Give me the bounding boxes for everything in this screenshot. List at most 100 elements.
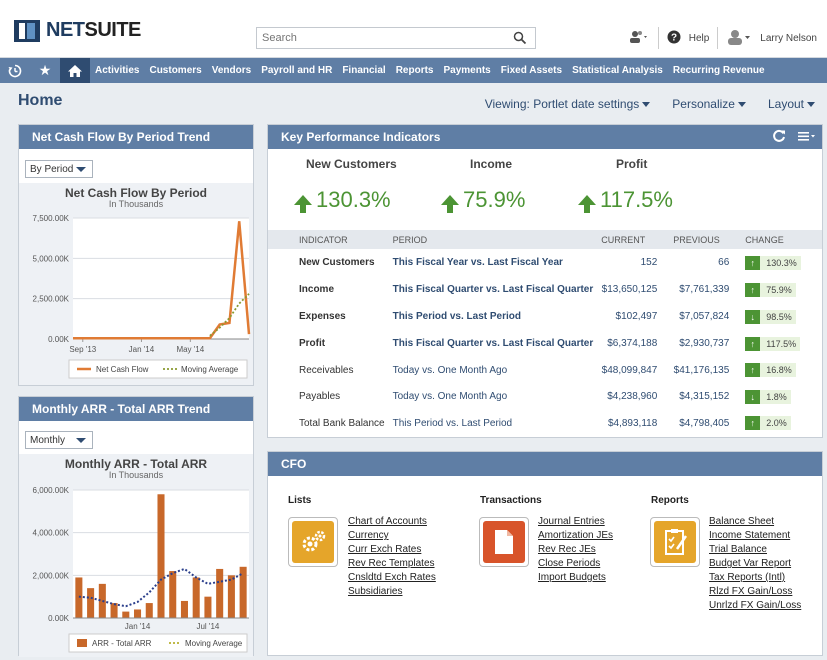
col-indicator[interactable]: INDICATOR [268, 230, 385, 249]
period-link[interactable]: This Fiscal Year vs. Last Fiscal Year [385, 249, 594, 276]
refresh-icon[interactable] [772, 129, 786, 146]
reports-link[interactable]: Tax Reports (Intl) [709, 571, 801, 585]
current-value[interactable]: $6,374,188 [593, 330, 665, 357]
up-arrow-icon [441, 195, 459, 213]
nav-fixed-assets[interactable]: Fixed Assets [496, 65, 567, 76]
previous-value[interactable]: $7,761,339 [665, 276, 737, 303]
layout-menu[interactable]: Layout [768, 97, 815, 111]
checklist-icon[interactable] [650, 517, 700, 567]
search-input[interactable] [262, 32, 512, 44]
current-value[interactable]: $102,497 [593, 303, 665, 330]
current-value[interactable]: $4,893,118 [593, 410, 665, 437]
portlet-menu-icon[interactable] [798, 130, 816, 145]
reports-link[interactable]: Rlzd FX Gain/Loss [709, 585, 801, 599]
cfo-transactions: Transactions [480, 495, 542, 506]
viewing-date-settings[interactable]: Viewing: Portlet date settings [485, 97, 651, 111]
reports-link[interactable]: Income Statement [709, 529, 801, 543]
chart-title: Monthly ARR - Total ARR [65, 457, 208, 471]
home-icon[interactable] [60, 58, 90, 83]
transactions-link[interactable]: Close Periods [538, 557, 613, 571]
change-badge: ↑ 2.0% [745, 416, 791, 431]
arr-bar [169, 571, 177, 618]
col-period[interactable]: PERIOD [384, 230, 594, 249]
period-link[interactable]: This Period vs. Last Period [385, 303, 594, 330]
reports-link[interactable]: Unrlzd FX Gain/Loss [709, 599, 801, 613]
nav-activities[interactable]: Activities [90, 65, 144, 76]
change-cell: ↑ 117.5% [737, 330, 822, 357]
transactions-link[interactable]: Import Budgets [538, 571, 613, 585]
col-change[interactable]: CHANGE [737, 230, 822, 249]
previous-value[interactable]: $2,930,737 [665, 330, 737, 357]
period-link[interactable]: This Fiscal Quarter vs. Last Fiscal Quar… [385, 276, 594, 303]
user-avatar-icon[interactable] [726, 29, 752, 48]
x-tick-label: Sep '13 [69, 345, 96, 354]
nav-customers[interactable]: Customers [144, 65, 206, 76]
change-value: 75.9% [766, 284, 792, 295]
help-link[interactable]: Help [689, 33, 710, 44]
kpi-table-body: New Customers This Fiscal Year vs. Last F… [268, 249, 822, 437]
lists-link[interactable]: Currency [348, 529, 436, 543]
chevron-down-icon [76, 438, 86, 443]
nav-vendors[interactable]: Vendors [207, 65, 256, 76]
recent-records-icon[interactable] [628, 29, 650, 48]
table-row: Expenses This Period vs. Last Period $102,… [268, 303, 822, 330]
kpi-summary-label: New Customers [306, 157, 397, 171]
nav-statistical-analysis[interactable]: Statistical Analysis [567, 65, 668, 76]
previous-value[interactable]: 66 [665, 249, 737, 276]
col-previous[interactable]: PREVIOUS [665, 230, 738, 249]
frequency-select[interactable]: Monthly [25, 431, 93, 449]
lists-link[interactable]: Subsidiaries [348, 585, 436, 599]
nav-payroll-and-hr[interactable]: Payroll and HR [256, 65, 337, 76]
reports-link[interactable]: Balance Sheet [709, 515, 801, 529]
recent-icon[interactable] [0, 58, 30, 83]
col-current[interactable]: CURRENT [593, 230, 666, 249]
current-value[interactable]: 152 [593, 249, 665, 276]
nav-financial[interactable]: Financial [337, 65, 390, 76]
period-link[interactable]: This Period vs. Last Period [385, 410, 594, 437]
arr-bar [157, 494, 165, 618]
current-value[interactable]: $4,238,960 [593, 384, 665, 411]
chart-subtitle: In Thousands [109, 199, 164, 209]
y-tick-label: 4,000.00K [33, 529, 70, 538]
reports-link[interactable]: Trial Balance [709, 543, 801, 557]
period-link[interactable]: Today vs. One Month Ago [385, 384, 594, 411]
indicator-cell: Total Bank Balance [299, 417, 385, 429]
change-badge: ↓ 98.5% [745, 309, 796, 324]
netsuite-logo[interactable]: NETSUITE [14, 19, 141, 42]
previous-value[interactable]: $4,315,152 [665, 384, 737, 411]
reports-link[interactable]: Budget Var Report [709, 557, 801, 571]
help-icon[interactable]: ? [667, 30, 681, 47]
search-icon[interactable] [513, 31, 527, 48]
lists-link[interactable]: Rev Rec Templates [348, 557, 436, 571]
nav-payments[interactable]: Payments [438, 65, 495, 76]
x-tick-label: Jan '14 [125, 622, 151, 631]
change-badge: ↑ 16.8% [745, 363, 796, 378]
user-name[interactable]: Larry Nelson [760, 33, 817, 44]
lists-link[interactable]: Cnsldtd Exch Rates [348, 571, 436, 585]
svg-text:?: ? [671, 32, 677, 43]
period-select[interactable]: By Period [25, 160, 93, 178]
transactions-link[interactable]: Rev Rec JEs [538, 543, 613, 557]
kpi-summary-label: Profit [616, 157, 648, 171]
select-value: By Period [30, 163, 74, 175]
lists-link[interactable]: Curr Exch Rates [348, 543, 436, 557]
arr-bar [110, 603, 118, 618]
nav-reports[interactable]: Reports [391, 65, 439, 76]
personalize-menu[interactable]: Personalize [672, 97, 746, 111]
transactions-link[interactable]: Journal Entries [538, 515, 613, 529]
table-header-row: INDICATOR PERIOD CURRENT PREVIOUS CHANGE [268, 230, 822, 249]
current-value[interactable]: $48,099,847 [593, 357, 665, 384]
previous-value[interactable]: $4,798,405 [665, 410, 737, 437]
previous-value[interactable]: $41,176,135 [665, 357, 737, 384]
document-icon[interactable] [479, 517, 529, 567]
previous-value[interactable]: $7,057,824 [665, 303, 737, 330]
period-link[interactable]: This Fiscal Quarter vs. Last Fiscal Quar… [385, 330, 594, 357]
period-link[interactable]: Today vs. One Month Ago [385, 357, 594, 384]
cfo-reports: Reports [651, 495, 689, 506]
current-value[interactable]: $13,650,125 [593, 276, 665, 303]
gears-icon[interactable] [288, 517, 338, 567]
favorites-star-icon[interactable]: ★ [30, 58, 60, 83]
nav-recurring-revenue[interactable]: Recurring Revenue [668, 65, 770, 76]
lists-link[interactable]: Chart of Accounts [348, 515, 436, 529]
transactions-link[interactable]: Amortization JEs [538, 529, 613, 543]
